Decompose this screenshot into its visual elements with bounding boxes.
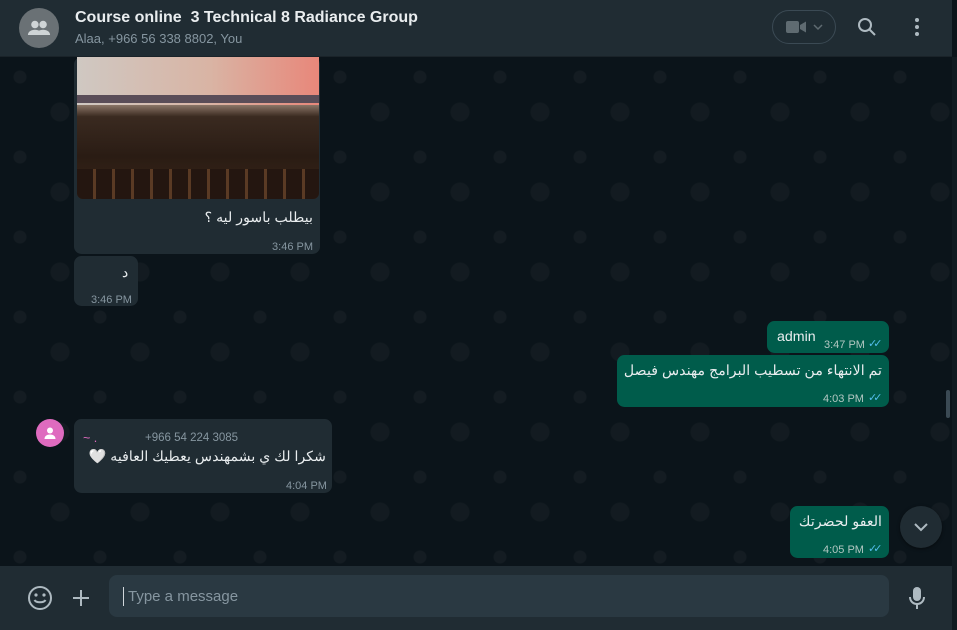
emoji-icon	[28, 586, 52, 610]
group-icon	[27, 20, 51, 35]
scroll-to-bottom-button[interactable]	[900, 506, 942, 548]
message-bubble-outgoing[interactable]: تم الانتهاء من تسطيب البرامج مهندس فيصل …	[617, 355, 889, 407]
photo-attachment[interactable]	[77, 57, 319, 199]
photo-keyboard-area	[77, 169, 319, 199]
message-bubble[interactable]: د 3:46 PM	[74, 256, 138, 306]
person-icon	[44, 427, 56, 439]
message-time: 4:03 PM	[823, 393, 864, 405]
message-photo[interactable]: بيطلب باسور ليه ؟ 3:46 PM	[74, 57, 320, 254]
scrollbar-thumb[interactable]	[946, 390, 950, 418]
message-bubble-outgoing[interactable]: admin 3:47 PM ✓✓	[767, 321, 889, 353]
scrollbar-track[interactable]	[952, 57, 957, 630]
plus-icon	[73, 590, 89, 606]
message-text: بيطلب باسور ليه ؟	[204, 210, 313, 226]
message-list[interactable]: بيطلب باسور ليه ؟ 3:46 PM د 3:46 PM admi…	[0, 57, 952, 565]
sender-name[interactable]: ~ .	[83, 429, 97, 448]
double-check-icon: ✓✓	[868, 338, 883, 350]
chat-participants[interactable]: Alaa, +966 56 338 8802, You	[75, 31, 242, 46]
attach-button[interactable]	[67, 584, 95, 612]
double-check-icon: ✓✓	[868, 543, 883, 555]
message-text: admin	[777, 329, 816, 345]
message-text: تم الانتهاء من تسطيب البرامج مهندس فيصل	[623, 363, 882, 379]
message-time: 4:05 PM	[823, 544, 864, 556]
message-text: العفو لحضرتك	[798, 514, 882, 530]
group-avatar[interactable]	[19, 8, 59, 48]
chat-title[interactable]: Course online 3 Technical 8 Radiance Gro…	[75, 9, 418, 27]
chat-header: Course online 3 Technical 8 Radiance Gro…	[0, 0, 952, 57]
microphone-icon	[909, 587, 925, 609]
message-time: 3:47 PM	[824, 339, 865, 351]
emoji-button[interactable]	[26, 584, 54, 612]
message-bubble-outgoing[interactable]: العفو لحضرتك 4:05 PM ✓✓	[790, 506, 889, 558]
kebab-menu-icon	[915, 18, 919, 36]
message-input-box[interactable]	[109, 575, 889, 617]
chevron-down-icon	[813, 24, 823, 31]
video-call-button[interactable]	[772, 10, 836, 44]
double-check-icon: ✓✓	[868, 392, 883, 404]
message-bubble[interactable]: ~ . +966 54 224 3085 شكرا لك ي بشمهندس ي…	[74, 419, 332, 493]
chevron-down-icon	[914, 523, 928, 532]
search-button[interactable]	[855, 15, 879, 39]
message-text: شكرا لك ي بشمهندس يعطيك العافيه 🤍	[88, 449, 326, 465]
voice-message-button[interactable]	[903, 584, 931, 612]
search-icon	[858, 18, 876, 36]
message-time: 3:46 PM	[91, 294, 132, 306]
sender-phone[interactable]: +966 54 224 3085	[145, 429, 238, 448]
composer-bar	[0, 566, 952, 630]
message-time: 3:46 PM	[272, 241, 313, 253]
message-input[interactable]	[123, 586, 870, 606]
photo-taskbar-area	[77, 95, 319, 103]
video-call-icon	[786, 21, 806, 33]
sender-avatar[interactable]	[36, 419, 64, 447]
message-time: 4:04 PM	[286, 480, 327, 492]
message-text: د	[122, 265, 129, 281]
menu-button[interactable]	[905, 15, 929, 39]
